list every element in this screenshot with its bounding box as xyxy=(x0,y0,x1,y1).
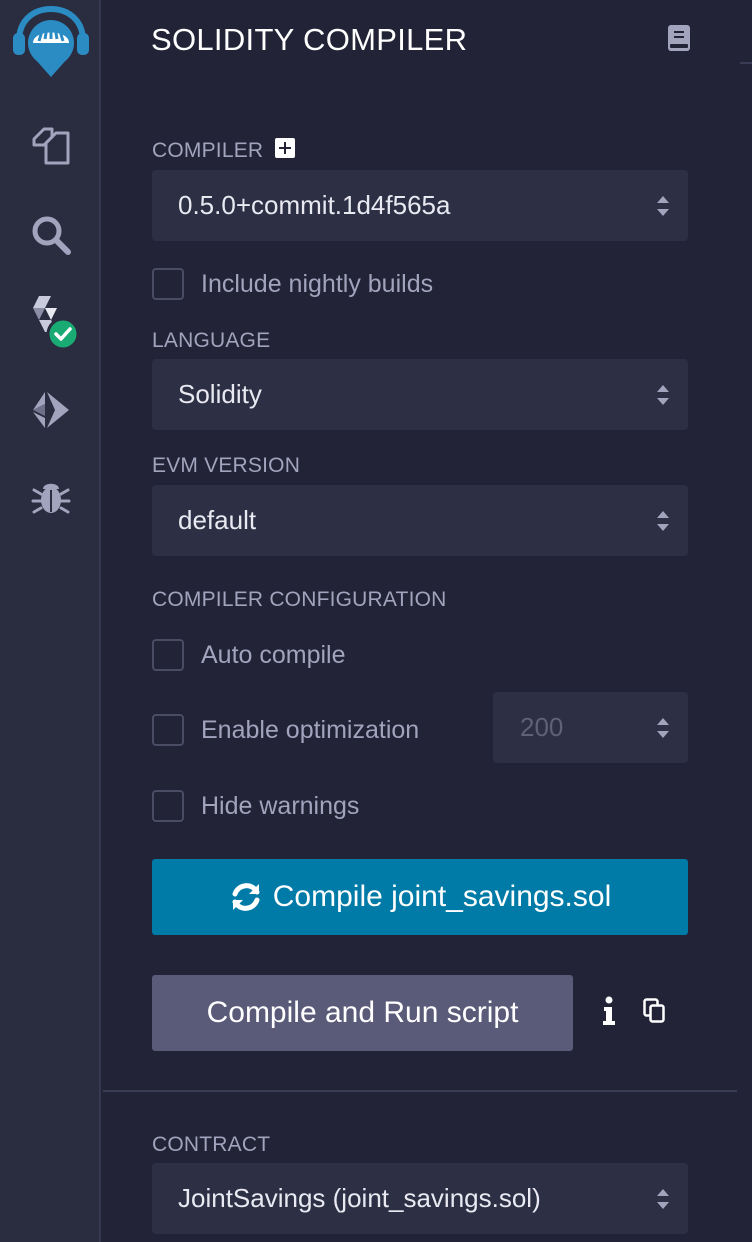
deploy-run-icon xyxy=(32,392,69,428)
enable-optimization-row: Enable optimization xyxy=(152,714,419,746)
auto-compile-label: Auto compile xyxy=(201,640,346,669)
contract-value: JointSavings (joint_savings.sol) xyxy=(178,1183,541,1213)
evm-version-value: default xyxy=(178,505,257,535)
compiler-configuration-label: COMPILER CONFIGURATION xyxy=(152,588,447,611)
enable-optimization-checkbox[interactable] xyxy=(152,714,184,746)
compiler-label: COMPILER xyxy=(152,139,264,162)
solidity-compiler-icon xyxy=(32,296,79,351)
hide-warnings-checkbox[interactable] xyxy=(152,790,184,822)
optimization-runs-value: 200 xyxy=(520,712,564,742)
rail-search[interactable] xyxy=(0,195,101,275)
hide-warnings-row: Hide warnings xyxy=(152,790,359,822)
compile-and-run-script-button[interactable]: Compile and Run script xyxy=(152,975,573,1051)
panel-header: SOLIDITY COMPILER xyxy=(103,0,752,80)
solidity-compiler-panel: SOLIDITY COMPILER COMPILER 0.5.0+commit.… xyxy=(103,0,752,1242)
select-arrows-icon xyxy=(657,511,669,531)
evm-version-label: EVM VERSION xyxy=(152,454,301,477)
language-select[interactable]: Solidity xyxy=(152,359,688,430)
section-divider xyxy=(103,1090,737,1092)
info-icon[interactable] xyxy=(599,996,619,1026)
auto-compile-checkbox[interactable] xyxy=(152,639,184,671)
debugger-icon xyxy=(31,483,70,514)
remix-logo-icon xyxy=(12,5,89,77)
rail-deploy-run[interactable] xyxy=(0,370,101,450)
nightly-builds-label: Include nightly builds xyxy=(201,269,434,298)
contract-select[interactable]: JointSavings (joint_savings.sol) xyxy=(152,1163,688,1234)
enable-optimization-label: Enable optimization xyxy=(201,715,420,744)
compiler-version-select[interactable]: 0.5.0+commit.1d4f565a xyxy=(152,170,688,241)
search-icon xyxy=(32,216,71,255)
nightly-builds-checkbox[interactable] xyxy=(152,268,184,300)
panel-title: SOLIDITY COMPILER xyxy=(151,22,468,57)
compiler-version-value: 0.5.0+commit.1d4f565a xyxy=(178,190,451,220)
compile-button-label: Compile joint_savings.sol xyxy=(272,880,612,913)
compile-button[interactable]: Compile joint_savings.sol xyxy=(152,859,688,935)
file-explorer-icon xyxy=(32,127,69,165)
compile-and-run-script-label: Compile and Run script xyxy=(206,996,519,1029)
language-value: Solidity xyxy=(178,379,262,409)
language-label: LANGUAGE xyxy=(152,329,271,352)
contract-label: CONTRACT xyxy=(152,1133,271,1156)
header-divider xyxy=(740,62,752,64)
compiler-label-row: COMPILER xyxy=(152,138,296,163)
copy-icon[interactable] xyxy=(643,998,665,1024)
remix-logo[interactable] xyxy=(0,0,101,86)
nightly-builds-row: Include nightly builds xyxy=(152,268,433,300)
optimization-runs-input[interactable]: 200 xyxy=(493,692,688,763)
select-arrows-icon xyxy=(657,1189,669,1209)
rail-file-explorer[interactable] xyxy=(0,106,101,186)
auto-compile-row: Auto compile xyxy=(152,639,346,671)
select-arrows-icon xyxy=(657,196,669,216)
refresh-icon xyxy=(232,883,260,911)
rail-debugger[interactable] xyxy=(0,457,101,537)
add-compiler-icon[interactable] xyxy=(275,138,296,159)
stepper-arrows-icon xyxy=(657,718,669,738)
evm-version-select[interactable]: default xyxy=(152,485,688,556)
rail-solidity-compiler[interactable] xyxy=(0,282,101,362)
select-arrows-icon xyxy=(657,385,669,405)
icon-rail xyxy=(0,0,101,1242)
hide-warnings-label: Hide warnings xyxy=(201,791,360,820)
documentation-icon[interactable] xyxy=(667,24,691,52)
